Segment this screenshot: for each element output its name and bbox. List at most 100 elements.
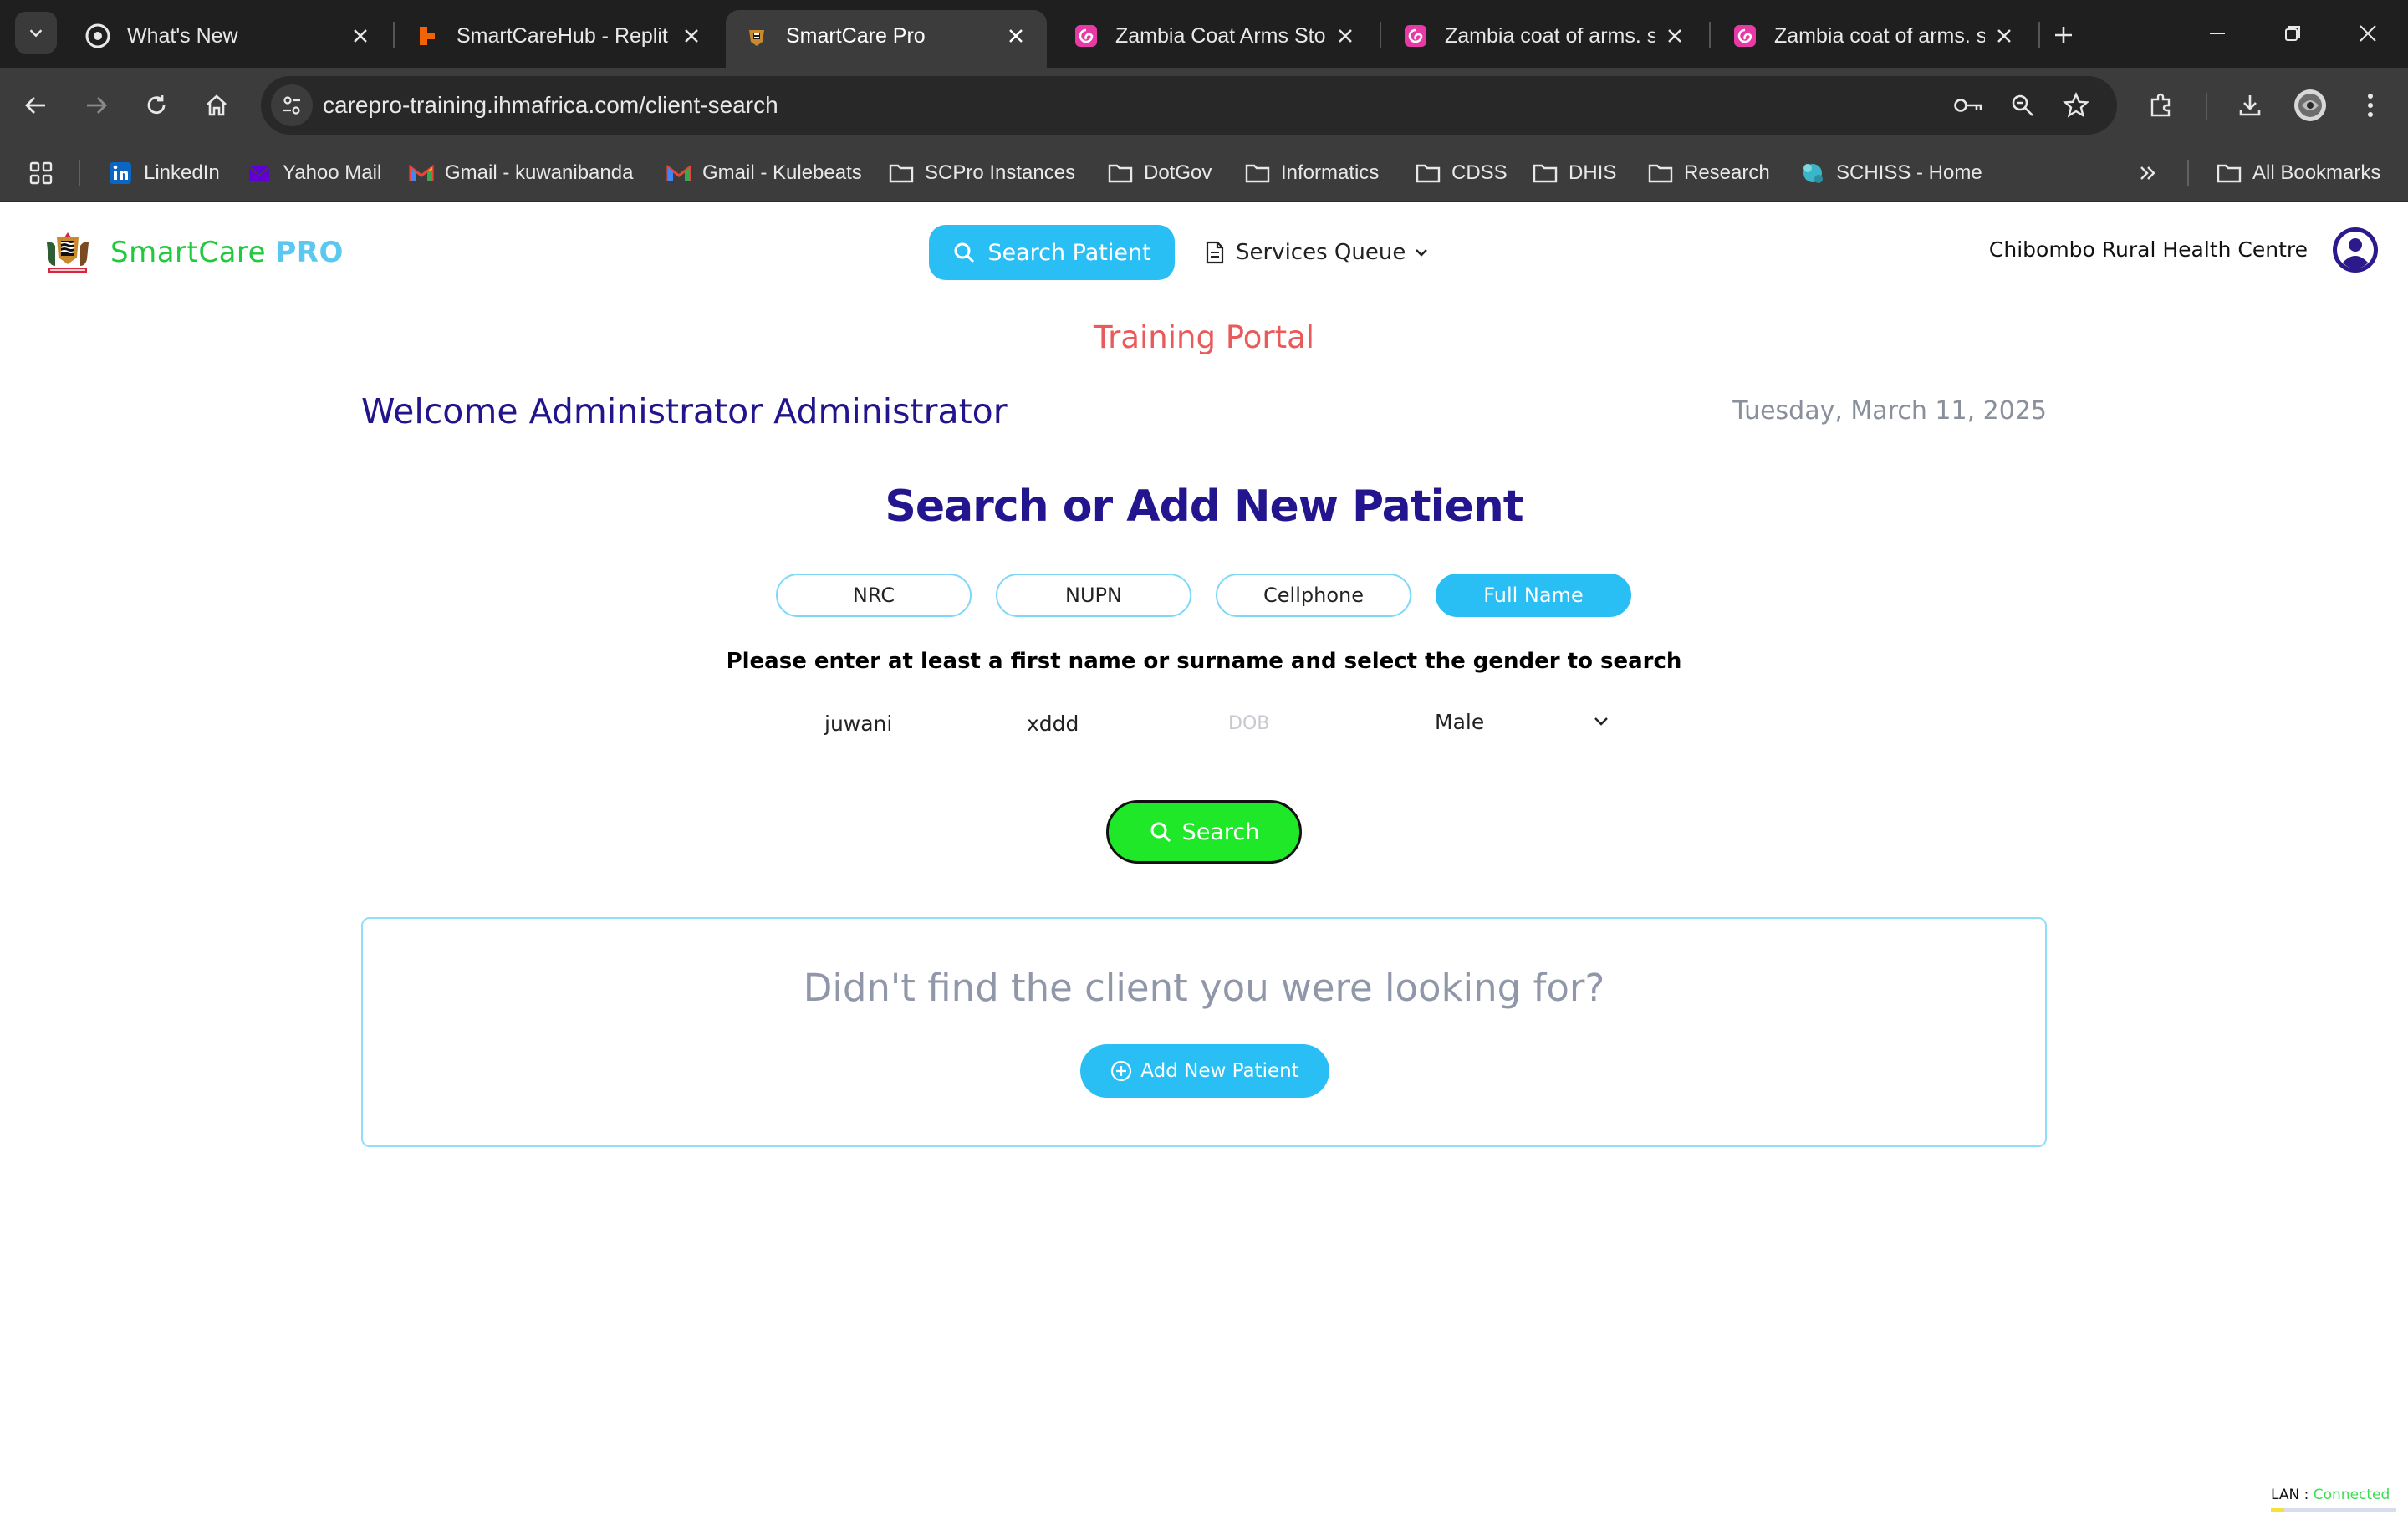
minimize-button[interactable]: [2197, 15, 2237, 52]
tab-zambia-coat-arms-stock[interactable]: Zambia Coat Arms Stock: [1055, 10, 1376, 68]
apps-button[interactable]: [28, 156, 54, 190]
apps-grid-icon: [29, 161, 53, 185]
gmail-icon: [408, 160, 435, 186]
search-icon: [954, 242, 975, 263]
new-tab-button[interactable]: [2045, 17, 2082, 54]
folder-icon: [2216, 160, 2242, 186]
bookmark-label: Gmail - kuwanibanda: [445, 161, 634, 184]
url-text[interactable]: carepro-training.ihmafrica.com/client-se…: [323, 91, 778, 120]
connection-status-bar-fill: [2271, 1508, 2284, 1512]
bookmark-linkedin[interactable]: LinkedIn: [107, 156, 220, 190]
tab-smartcarehub-replit[interactable]: SmartCareHub - Replit: [396, 10, 722, 68]
tab-search-button[interactable]: [15, 12, 57, 54]
chrome-icon: [84, 22, 112, 50]
tab-separator: [1709, 22, 1711, 48]
bookmarks-overflow-button[interactable]: [2137, 156, 2159, 190]
chevron-down-icon: [29, 29, 43, 38]
close-icon[interactable]: [1331, 22, 1360, 50]
tab-separator: [393, 22, 395, 48]
facility-name[interactable]: Chibombo Rural Health Centre: [1989, 237, 2308, 262]
tab-zambia-coat-of-arms-2[interactable]: Zambia coat of arms. st: [1714, 10, 2035, 68]
site-info-button[interactable]: [271, 84, 313, 126]
back-button[interactable]: [15, 84, 57, 126]
tab-zambia-coat-of-arms-1[interactable]: Zambia coat of arms. st: [1385, 10, 1706, 68]
search-type-nrc[interactable]: NRC: [776, 574, 972, 617]
password-key-icon[interactable]: [1951, 88, 1987, 123]
close-icon[interactable]: [677, 22, 706, 50]
search-type-nupn[interactable]: NUPN: [996, 574, 1191, 617]
close-icon[interactable]: [346, 22, 375, 50]
extensions-button[interactable]: [2140, 84, 2182, 126]
bookmark-folder-scpro-instances[interactable]: SCPro Instances: [888, 156, 1075, 190]
restore-button[interactable]: [2273, 15, 2313, 52]
chrome-menu-button[interactable]: [2349, 84, 2391, 126]
bookmark-schiss-home[interactable]: SCHISS - Home: [1799, 156, 1982, 190]
document-icon: [1206, 241, 1224, 264]
downloads-button[interactable]: [2229, 84, 2271, 126]
bookmark-label: SCHISS - Home: [1836, 161, 1982, 184]
close-icon[interactable]: [1661, 22, 1689, 50]
forward-button[interactable]: [75, 84, 117, 126]
bookmark-star-icon[interactable]: [2059, 88, 2094, 123]
bookmark-folder-cdss[interactable]: CDSS: [1415, 156, 1508, 190]
tab-smartcare-pro[interactable]: SmartCare Pro: [726, 10, 1047, 68]
bookmark-label: DotGov: [1144, 161, 1212, 184]
bookmark-yahoo-mail[interactable]: Yahoo Mail: [246, 156, 381, 190]
close-window-button[interactable]: [2348, 15, 2388, 52]
bookmark-separator: [79, 160, 80, 186]
gender-select[interactable]: Male: [1435, 701, 1610, 742]
search-type-cellphone[interactable]: Cellphone: [1216, 574, 1411, 617]
connection-status-value: Connected: [2313, 1487, 2390, 1503]
brand-name: SmartCare PRO: [110, 236, 344, 269]
reload-button[interactable]: [135, 84, 177, 126]
home-button[interactable]: [196, 84, 237, 126]
tab-title: What's New: [127, 24, 238, 48]
surname-input[interactable]: xddd: [1027, 702, 1079, 744]
bookmark-gmail-kulebeats[interactable]: Gmail - Kulebeats: [666, 156, 862, 190]
bookmark-folder-dhis[interactable]: DHIS: [1532, 156, 1616, 190]
bookmark-label: Informatics: [1281, 161, 1380, 184]
pink-swirl-icon: [1072, 22, 1100, 50]
user-avatar[interactable]: [2333, 227, 2378, 273]
chevron-down-icon: [1416, 249, 1428, 257]
services-queue-dropdown[interactable]: Services Queue: [1204, 234, 1439, 271]
search-patient-nav-button[interactable]: Search Patient: [929, 225, 1175, 280]
bookmark-gmail-kuwanibanda[interactable]: Gmail - kuwanibanda: [408, 156, 633, 190]
bookmark-folder-informatics[interactable]: Informatics: [1244, 156, 1379, 190]
bookmark-label: Research: [1684, 161, 1770, 184]
chevron-down-icon: [1594, 717, 1608, 726]
zoom-icon[interactable]: [2005, 88, 2040, 123]
bookmark-label: Yahoo Mail: [283, 161, 382, 184]
page-title: Search or Add New Patient: [885, 482, 1523, 532]
close-icon[interactable]: [1990, 22, 2018, 50]
tab-whats-new[interactable]: What's New: [67, 10, 391, 68]
all-bookmarks-button[interactable]: All Bookmarks: [2216, 156, 2380, 190]
schiss-icon: [1799, 160, 1826, 186]
smartcare-page: SmartCare PRO Search Patient Services Qu…: [0, 202, 2408, 1525]
search-type-full-name[interactable]: Full Name: [1436, 574, 1631, 617]
close-icon[interactable]: [1002, 22, 1030, 50]
bookmark-folder-research[interactable]: Research: [1647, 156, 1770, 190]
profile-button[interactable]: [2289, 84, 2331, 126]
address-bar[interactable]: carepro-training.ihmafrica.com/client-se…: [261, 76, 2117, 135]
app-logo[interactable]: SmartCare PRO: [43, 229, 344, 276]
bookmark-label: DHIS: [1569, 161, 1617, 184]
bookmark-label: CDSS: [1451, 161, 1508, 184]
chevrons-right-icon: [2140, 166, 2155, 180]
folder-icon: [1244, 160, 1271, 186]
connection-status: LAN : Connected: [2271, 1487, 2390, 1503]
dob-input[interactable]: DOB: [1228, 702, 1269, 744]
profile-avatar-icon: [2294, 89, 2326, 121]
search-button[interactable]: Search: [1106, 800, 1302, 864]
home-icon: [207, 94, 227, 116]
replit-icon: [413, 22, 441, 50]
linkedin-icon: [107, 160, 134, 186]
add-new-patient-button[interactable]: Add New Patient: [1080, 1044, 1329, 1098]
search-patient-label: Search Patient: [987, 239, 1151, 266]
first-name-input[interactable]: juwani: [824, 702, 892, 744]
welcome-message: Welcome Administrator Administrator: [361, 391, 1008, 431]
search-button-label: Search: [1181, 819, 1260, 845]
connection-status-bar: [2271, 1508, 2396, 1512]
search-icon: [1150, 822, 1171, 843]
bookmark-folder-dotgov[interactable]: DotGov: [1107, 156, 1212, 190]
